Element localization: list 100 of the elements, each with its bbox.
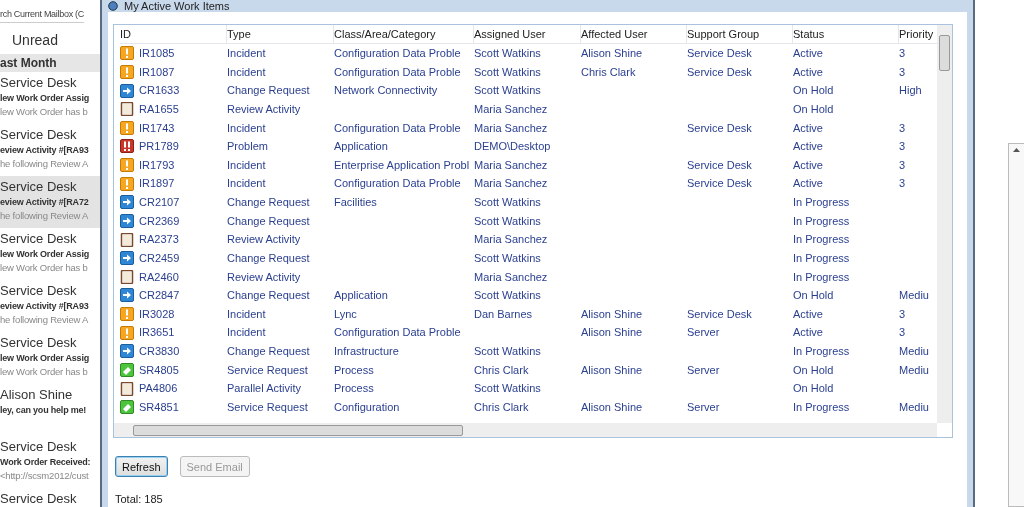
table-cell-text: Alison Shine xyxy=(581,306,644,322)
table-cell-text: 3 xyxy=(899,325,907,341)
message-subject: Work Order Received: xyxy=(0,456,91,469)
message-item[interactable]: Service Desk Work Order Received: <http://scsm2012/cust xyxy=(0,436,100,488)
table-cell-text: Scott Watkins xyxy=(474,83,542,99)
message-item[interactable]: Service Desk eview Activity #[RA93 he following Review A xyxy=(0,124,100,176)
search-field[interactable]: rch Current Mailbox (C xyxy=(0,9,84,23)
table-cell-text: Enterprise Application Probl xyxy=(334,157,471,173)
table-cell-text: Alison Shine xyxy=(581,46,644,62)
table-cell-text: Maria Sanchez xyxy=(474,120,549,136)
table-cell-text: CR2459 xyxy=(139,250,180,266)
message-item[interactable]: Service Desk eview Activity #[RA93 he following Review A xyxy=(0,280,100,332)
table-cell-text: Maria Sanchez xyxy=(474,232,549,248)
filter-tab[interactable]: Unread xyxy=(0,24,100,54)
message-sender: Service Desk xyxy=(0,438,77,455)
vertical-scrollbar[interactable] xyxy=(937,25,952,423)
column-header[interactable]: Affected User xyxy=(581,25,687,44)
table-cell-text: In Progress xyxy=(793,250,851,266)
table-cell-text: 3 xyxy=(899,157,907,173)
window-title: My Active Work Items xyxy=(124,1,230,11)
table-cell-text: Alison Shine xyxy=(581,325,644,341)
table-cell-text: CR2847 xyxy=(139,288,180,304)
table-cell-text: IR1087 xyxy=(139,64,175,80)
column-header[interactable]: Assigned User xyxy=(474,25,581,44)
table-cell-text: SR4805 xyxy=(139,362,179,378)
table-cell-text: Change Request xyxy=(227,250,311,266)
button[interactable]: Refresh xyxy=(115,456,168,477)
table-cell-text: On Hold xyxy=(793,362,835,378)
scroll-up-icon[interactable] xyxy=(1013,148,1020,152)
message-subject: eview Activity #[RA93 xyxy=(0,144,89,157)
message-item[interactable]: Service Desk eview Activity #[RA72 he following Review A xyxy=(0,176,100,228)
table-cell-text: CR2107 xyxy=(139,195,180,211)
table-cell-text: On Hold xyxy=(793,381,835,397)
table-cell-text: Configuration Data Proble xyxy=(334,176,462,192)
table-cell-text: RA2460 xyxy=(139,269,179,285)
message-item[interactable]: Service Desk xyxy=(0,488,100,507)
message-subject: eview Activity #[RA72 xyxy=(0,196,89,209)
table-cell-text: Scott Watkins xyxy=(474,250,542,266)
table-cell-text: Incident xyxy=(227,306,267,322)
message-preview: lew Work Order has b xyxy=(0,105,88,118)
table-cell-text: Network Connectivity xyxy=(334,83,439,99)
table-cell-text: Service Desk xyxy=(687,120,753,136)
message-sender: Service Desk xyxy=(0,490,77,507)
total-count: Total: 185 xyxy=(114,492,164,507)
column-header[interactable]: Type xyxy=(227,25,334,44)
message-preview: he following Review A xyxy=(0,313,89,326)
table-cell-text: Incident xyxy=(227,64,267,80)
table-cell-text: On Hold xyxy=(793,83,835,99)
column-header[interactable]: ID xyxy=(120,25,227,44)
message-item[interactable]: Service Desk lew Work Order Assig lew Work Order has b xyxy=(0,332,100,384)
table-cell-text: 3 xyxy=(899,306,907,322)
table-cell-text: In Progress xyxy=(793,344,851,360)
table-cell-text: Service Desk xyxy=(687,306,753,322)
message-item[interactable]: Alison Shine ley, can you help me! xyxy=(0,384,100,436)
column-header[interactable]: Support Group xyxy=(687,25,793,44)
message-preview: <http://scsm2012/cust xyxy=(0,469,89,482)
table-cell-text: 3 xyxy=(899,46,907,62)
table-cell-text: IR3651 xyxy=(139,325,175,341)
message-sender: Service Desk xyxy=(0,126,77,143)
table-cell-text: Change Request xyxy=(227,213,311,229)
group-header: ast Month xyxy=(0,54,100,72)
app-icon xyxy=(108,1,118,11)
message-subject: ley, can you help me! xyxy=(0,404,87,417)
table-cell-text: Server xyxy=(687,325,721,341)
table-cell-text: Scott Watkins xyxy=(474,64,542,80)
column-header[interactable]: Class/Area/Category xyxy=(334,25,474,44)
table-cell-text: Application xyxy=(334,288,389,304)
scrollbar[interactable] xyxy=(1008,143,1024,507)
message-item[interactable]: Service Desk lew Work Order Assig lew Work Order has b xyxy=(0,228,100,280)
table-cell-text: Mediu xyxy=(899,399,930,415)
table-cell-text: Service Request xyxy=(227,362,309,378)
table-cell-text: Review Activity xyxy=(227,232,302,248)
table-cell-text: Active xyxy=(793,64,824,80)
table-cell-text: RA1655 xyxy=(139,101,179,117)
horizontal-scrollbar[interactable] xyxy=(114,423,937,437)
table-cell-text: 3 xyxy=(899,176,907,192)
table-cell-text: In Progress xyxy=(793,269,851,285)
table-cell-text: Scott Watkins xyxy=(474,288,542,304)
message-subject: eview Activity #[RA93 xyxy=(0,300,89,313)
table-cell-text: Process xyxy=(334,362,375,378)
message-subject: lew Work Order Assig xyxy=(0,248,90,261)
table-cell-text: In Progress xyxy=(793,213,851,229)
table-cell-text: Configuration Data Proble xyxy=(334,64,462,80)
message-sender: Service Desk xyxy=(0,334,77,351)
table-cell-text: DEMO\Desktop xyxy=(474,139,552,155)
table-cell-text: Chris Clark xyxy=(474,362,530,378)
table-cell-text: Configuration Data Proble xyxy=(334,46,462,62)
message-item[interactable]: Service Desk lew Work Order Assig lew Work Order has b xyxy=(0,72,100,124)
message-preview: he following Review A xyxy=(0,157,89,170)
column-header[interactable]: Status xyxy=(793,25,899,44)
table-cell-text: Dan Barnes xyxy=(474,306,534,322)
table-cell-text: Service Desk xyxy=(687,64,753,80)
table-cell-text: Maria Sanchez xyxy=(474,157,549,173)
table-cell-text: High xyxy=(899,83,923,99)
table-cell-text: Server xyxy=(687,399,721,415)
table-cell-text: In Progress xyxy=(793,195,851,211)
table-cell-text: Configuration Data Proble xyxy=(334,120,462,136)
table-cell-text: IR1897 xyxy=(139,176,175,192)
table-cell-text: Configuration Data Proble xyxy=(334,325,462,341)
table-cell-text: Chris Clark xyxy=(581,64,637,80)
